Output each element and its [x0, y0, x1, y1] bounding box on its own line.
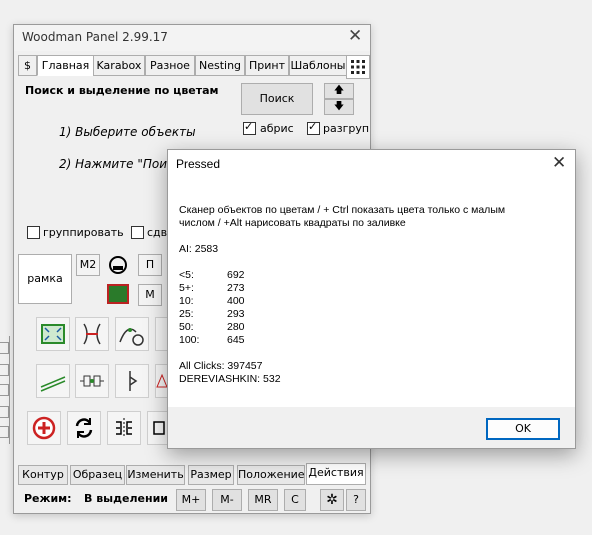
tab-position[interactable]: Положение: [237, 465, 305, 485]
grid-menu-icon[interactable]: [346, 55, 370, 79]
checkbox-ungroup-label: разгруп: [323, 122, 370, 135]
section-heading: Поиск и выделение по цветам: [25, 84, 219, 97]
m-plus-button[interactable]: M+: [176, 489, 206, 511]
tab-nesting[interactable]: Nesting: [195, 55, 245, 76]
tab-main[interactable]: Главная: [37, 55, 94, 76]
arrow-up-button[interactable]: 🡅: [324, 83, 354, 99]
node-edit-icon[interactable]: [115, 317, 149, 351]
description-line-2: числом / +Alt нарисовать квадраты по зал…: [179, 217, 406, 229]
tab-size[interactable]: Размер: [188, 465, 234, 485]
texture-icon[interactable]: [107, 284, 129, 304]
tab-sample[interactable]: Образец: [70, 465, 125, 485]
tab-modify[interactable]: Изменить: [126, 465, 185, 485]
ok-button[interactable]: OK: [486, 418, 560, 440]
left-edge-fragment: [0, 336, 10, 444]
checkbox-shift[interactable]: [131, 226, 144, 239]
checkbox-outline[interactable]: [243, 120, 256, 135]
c-button[interactable]: C: [284, 489, 306, 511]
panel-title: Woodman Panel 2.99.17: [22, 30, 168, 44]
mr-button[interactable]: MR: [248, 489, 278, 511]
ai-count: AI: 2583: [179, 243, 219, 255]
tool-icon-12[interactable]: [147, 411, 169, 445]
description-line-1: Сканер объектов по цветам / + Ctrl показ…: [179, 204, 506, 216]
connector-icon[interactable]: [75, 364, 109, 398]
fit-frame-icon[interactable]: [36, 317, 70, 351]
mode-bar: Режим: В выделении M+ M- MR C ✲ ?: [14, 487, 370, 513]
refresh-icon[interactable]: [67, 411, 101, 445]
mirror-icon[interactable]: [107, 411, 141, 445]
bottom-tabs: Контур Образец Изменить Размер Положение…: [18, 463, 366, 485]
tab-actions[interactable]: Действия: [306, 463, 366, 485]
m-button[interactable]: М: [138, 284, 162, 306]
checkbox-group-label: группировать: [43, 226, 124, 239]
align-center-icon[interactable]: [75, 317, 109, 351]
frame-button[interactable]: рамка: [18, 254, 72, 304]
tab-misc[interactable]: Разное: [145, 55, 195, 76]
add-red-icon[interactable]: [27, 411, 61, 445]
tab-templates[interactable]: Шаблоны: [289, 55, 347, 76]
gauge-icon[interactable]: [107, 254, 129, 276]
step-1-text: 1) Выберите объекты: [59, 125, 196, 139]
help-button[interactable]: ?: [346, 489, 366, 511]
pressed-dialog: Pressed ✕ Сканер объектов по цветам / + …: [167, 149, 576, 449]
dialog-footer: OK: [168, 407, 575, 448]
branch-icon[interactable]: [115, 364, 149, 398]
p-button[interactable]: П: [138, 254, 162, 276]
tab-dollar[interactable]: $: [18, 55, 37, 76]
tab-print[interactable]: Принт: [245, 55, 289, 76]
arrow-down-button[interactable]: 🡇: [324, 99, 354, 115]
dialog-title-bar: Pressed ✕: [168, 150, 575, 179]
mode-value: В выделении: [84, 492, 168, 505]
dialog-close-icon[interactable]: ✕: [552, 153, 566, 173]
close-icon[interactable]: ✕: [348, 26, 362, 46]
checkbox-ungroup[interactable]: [307, 120, 320, 135]
all-clicks: All Clicks: 397457: [179, 360, 263, 372]
m2-button[interactable]: M2: [76, 254, 100, 276]
tab-contour[interactable]: Контур: [18, 465, 68, 485]
m-minus-button[interactable]: M-: [212, 489, 242, 511]
panel-title-bar: Woodman Panel 2.99.17 ✕: [14, 25, 370, 51]
checkbox-outline-label: абрис: [260, 122, 294, 135]
dialog-title: Pressed: [176, 157, 221, 171]
search-button[interactable]: Поиск: [241, 83, 313, 115]
dialog-body: Сканер объектов по цветам / + Ctrl показ…: [168, 179, 575, 407]
checkbox-group[interactable]: [27, 226, 40, 239]
user-clicks: DEREVIASHKIN: 532: [179, 373, 281, 385]
lines-icon[interactable]: [36, 364, 70, 398]
mode-label: Режим:: [24, 492, 72, 505]
settings-icon[interactable]: ✲: [320, 489, 344, 511]
step-2-text: 2) Нажмите "Поиск: [59, 157, 181, 171]
tab-karabox[interactable]: Karabox: [93, 55, 145, 76]
